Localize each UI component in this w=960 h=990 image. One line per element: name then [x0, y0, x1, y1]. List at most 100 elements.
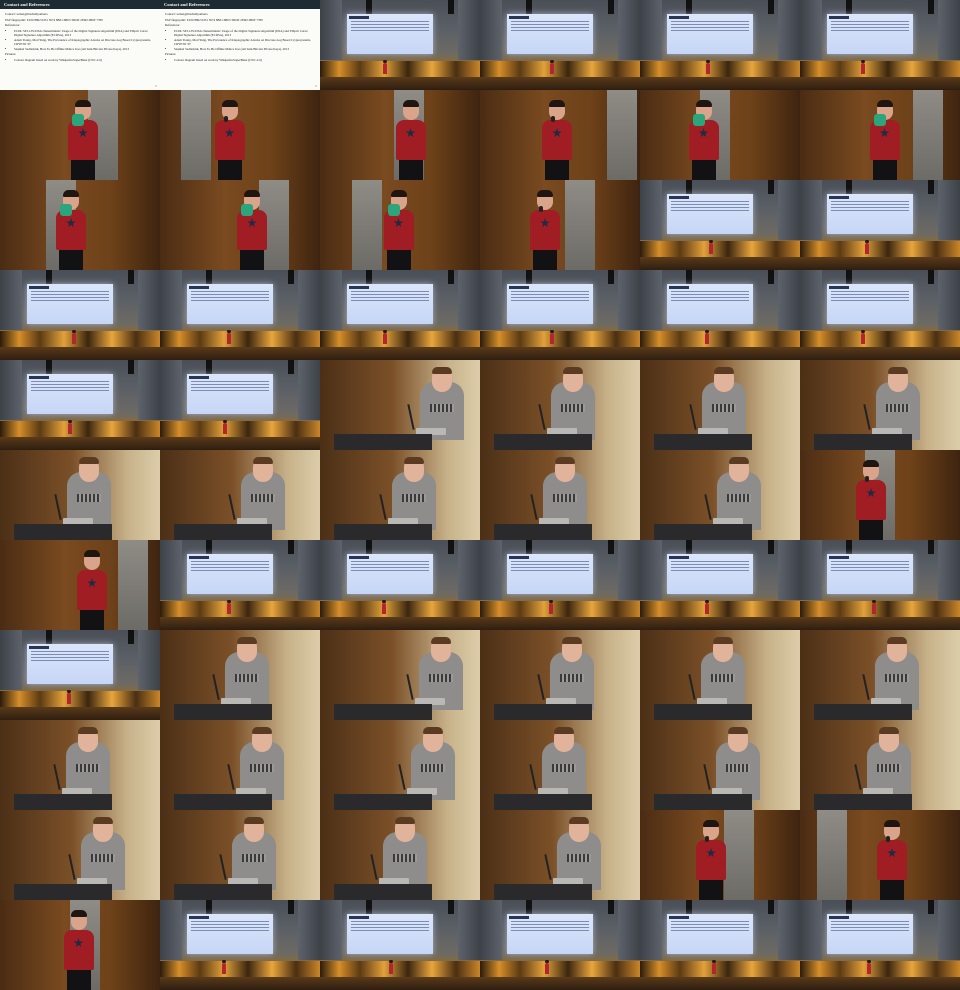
screen-text-line [31, 297, 109, 298]
screen-title-bar [669, 916, 689, 919]
screen-title-bar [349, 16, 369, 19]
held-prop [387, 204, 400, 216]
screen-text-line [351, 24, 429, 25]
screen-text-line [671, 201, 749, 202]
screen-text-line [31, 387, 109, 388]
microphone [407, 404, 415, 430]
ceiling-speaker [846, 540, 852, 554]
dark-trousers [533, 250, 557, 270]
stage-floor [800, 257, 960, 270]
screen-text-line [31, 381, 109, 382]
screen-text-line [191, 570, 269, 571]
projection-screen [667, 14, 753, 54]
lit-stage-panels [800, 241, 960, 257]
lectern-desk [334, 884, 432, 900]
stage-floor [640, 347, 800, 360]
lit-stage-panels [0, 691, 160, 707]
presenter-red-shirt-tile [0, 900, 160, 990]
presenter-figure [872, 600, 876, 614]
screen-text-line [351, 30, 429, 31]
ceiling-speaker [448, 0, 454, 14]
speaker-at-lectern-tile [640, 360, 800, 450]
speaker-head [888, 367, 908, 392]
side-wall [458, 540, 480, 600]
dark-trousers [59, 250, 83, 270]
slide-document-tile: Contact and References Contact: tomas@hr… [0, 0, 160, 90]
screen-text-line [191, 294, 269, 295]
stage-floor [160, 437, 320, 450]
auditorium-wide-shot-tile [480, 270, 640, 360]
held-prop [539, 206, 543, 212]
stage-floor [320, 977, 480, 990]
pgp-label: PGP fingerprint: [5, 17, 27, 22]
red-shirt [77, 570, 107, 610]
held-prop [60, 204, 72, 216]
screen-text-line [671, 204, 749, 205]
pgp-line: PGP fingerprint: E100 8802 0431 5074 8B2… [5, 18, 155, 23]
side-wall [138, 360, 160, 420]
ceiling-speaker [448, 540, 454, 554]
speaker-at-lectern-tile [640, 720, 800, 810]
projection-screen [827, 14, 913, 54]
speaker-head [729, 457, 749, 482]
screen-text-line [191, 921, 269, 922]
screen-text-line [31, 660, 109, 661]
ceiling-speaker [128, 270, 134, 284]
microphone [406, 674, 414, 700]
projection-screen [507, 284, 593, 324]
side-wall [320, 900, 342, 960]
side-wall [320, 0, 342, 60]
ceiling-speaker [768, 540, 774, 554]
side-wall [778, 180, 800, 240]
dark-trousers [699, 880, 723, 900]
lit-stage-panels [800, 331, 960, 347]
lit-stage-panels [800, 961, 960, 977]
lit-stage-panels [320, 601, 480, 617]
red-shirt [856, 480, 886, 520]
reference-item: ECDL SEC1/ECDSA: Deterministic Usage of … [14, 29, 155, 38]
screen-title-bar [349, 916, 369, 919]
speaker-at-lectern-tile [0, 450, 160, 540]
microphone [704, 494, 712, 520]
speaker-head [395, 817, 415, 842]
lectern-desk [14, 794, 112, 810]
dark-trousers [545, 160, 569, 180]
lectern-desk [494, 704, 592, 720]
lectern-desk [334, 524, 432, 540]
pgp-label: PGP fingerprint: [165, 17, 187, 22]
lectern-desk [494, 884, 592, 900]
screen-text-line [511, 924, 589, 925]
side-wall [138, 630, 160, 690]
speaker-head [423, 727, 443, 752]
wall-panel [565, 180, 595, 270]
screen-text-line [831, 567, 909, 568]
presenter-figure [68, 420, 72, 434]
speaker-at-lectern-tile [640, 450, 800, 540]
side-wall [800, 540, 822, 600]
speaker-head [887, 637, 907, 662]
speaker-head [714, 367, 734, 392]
projection-screen [827, 194, 913, 234]
ceiling-speaker [288, 360, 294, 374]
screen-text-line [511, 300, 589, 301]
side-wall [938, 900, 960, 960]
ceiling-speaker [846, 270, 852, 284]
lit-stage-panels [480, 601, 640, 617]
stage-floor [160, 347, 320, 360]
screen-text-line [511, 24, 589, 25]
screen-title-bar [509, 556, 529, 559]
microphone [398, 764, 406, 790]
speaker-at-lectern-tile [320, 720, 480, 810]
screen-text-line [351, 291, 429, 292]
stage-floor [320, 347, 480, 360]
speaker-head [79, 457, 99, 482]
screen-text-line [671, 27, 749, 28]
speaker-head [431, 637, 451, 662]
side-wall [480, 0, 502, 60]
screen-text-line [191, 297, 269, 298]
microphone [689, 404, 697, 430]
lit-stage-panels [160, 601, 320, 617]
held-prop [551, 116, 555, 122]
screen-text-line [31, 390, 109, 391]
presenter-figure [549, 600, 553, 614]
